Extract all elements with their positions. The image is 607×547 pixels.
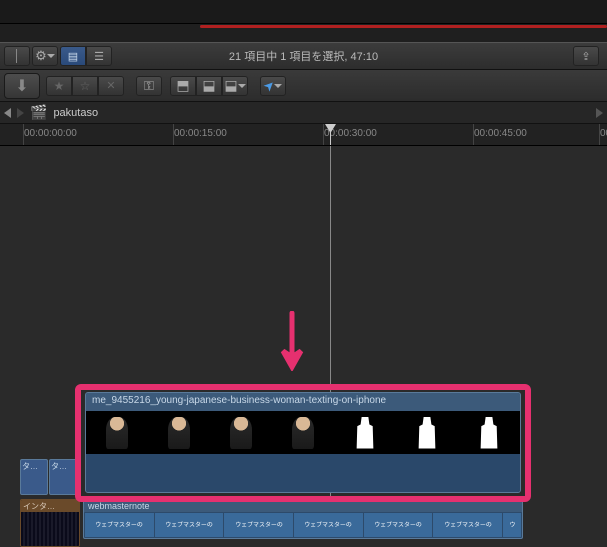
- selection-status: 21 項目中 1 項目を選択, 47:10: [229, 48, 378, 64]
- list-view-button[interactable]: ☰: [86, 46, 112, 66]
- annotation-arrow: [280, 311, 304, 371]
- clip-segment: ウ: [503, 513, 521, 537]
- insert-icon: [202, 77, 215, 94]
- append-menu-button[interactable]: [222, 76, 248, 96]
- app-topbar: [0, 0, 607, 24]
- panel-toggle-button[interactable]: [4, 46, 30, 66]
- filmstrip-icon: ▤: [68, 50, 78, 63]
- clip-segment: ウェブマスターの: [155, 513, 224, 537]
- reject-button[interactable]: [98, 76, 124, 96]
- select-tool-button[interactable]: [260, 76, 286, 96]
- time-ruler[interactable]: 00:00:00:00 00:00:15:00 00:00:30:00 00:0…: [0, 124, 607, 146]
- x-icon: [106, 79, 115, 92]
- clip-segment: ウェブマスターの: [294, 513, 363, 537]
- favorite-button[interactable]: [46, 76, 72, 96]
- toolbar-secondary: [0, 70, 607, 102]
- star-outline-icon: [80, 79, 91, 93]
- append-icon: [224, 77, 237, 94]
- rating-group: [46, 76, 124, 96]
- clip-title: インタ…: [21, 500, 79, 512]
- title-clip[interactable]: タ…: [49, 459, 77, 495]
- pointer-icon: [264, 78, 275, 94]
- render-bar: [200, 25, 607, 28]
- gear-icon: [35, 48, 47, 64]
- nav-forward-button[interactable]: [17, 108, 24, 118]
- list-icon: ☰: [94, 50, 104, 63]
- timeline-nav: 🎬 pakutaso: [0, 102, 607, 124]
- project-name: pakutaso: [53, 107, 98, 119]
- share-icon: ⇪: [581, 50, 590, 63]
- connect-button[interactable]: [170, 76, 196, 96]
- chevron-down-icon: [47, 54, 55, 62]
- keyword-button[interactable]: [136, 76, 162, 96]
- down-arrow-icon: [15, 76, 28, 96]
- app-subbar: [0, 24, 607, 42]
- intro-clip[interactable]: インタ…: [20, 499, 80, 547]
- unfavorite-button[interactable]: [72, 76, 98, 96]
- chevron-down-icon: [238, 84, 246, 92]
- settings-menu-button[interactable]: [32, 46, 58, 66]
- ruler-tick: 00:00:15:00: [174, 128, 227, 139]
- filmstrip-view-button[interactable]: ▤: [60, 46, 86, 66]
- import-button[interactable]: [4, 73, 40, 99]
- clip-thumb: [21, 512, 79, 547]
- primary-storyline: インタ… webmasternote ウェブマスターの ウェブマスターの ウェブ…: [20, 499, 523, 547]
- ruler-tick: 00:00:45:00: [474, 128, 527, 139]
- title-clip[interactable]: タ…: [20, 459, 48, 495]
- clapperboard-icon: 🎬: [30, 104, 47, 121]
- connect-icon: [176, 77, 189, 94]
- split-right-icon: [17, 49, 25, 63]
- share-menu-button[interactable]: ⇪: [573, 46, 599, 66]
- title-row: タ… タ…: [20, 459, 78, 495]
- nav-next-button[interactable]: [596, 108, 603, 118]
- connect-group: [170, 76, 248, 96]
- clip-segments: ウェブマスターの ウェブマスターの ウェブマスターの ウェブマスターの ウェブマ…: [84, 512, 522, 538]
- clip-segment: ウェブマスターの: [364, 513, 433, 537]
- star-filled-icon: [54, 79, 65, 93]
- insert-button[interactable]: [196, 76, 222, 96]
- view-mode-group: ▤ ☰: [60, 46, 112, 66]
- key-icon: [144, 78, 154, 94]
- timeline-area[interactable]: me_9455216_young-japanese-business-woman…: [0, 146, 607, 526]
- audio-clip[interactable]: webmasternote ウェブマスターの ウェブマスターの ウェブマスターの…: [83, 499, 523, 539]
- split-left-icon: [9, 49, 17, 63]
- toolbar-primary: ▤ ☰ 21 項目中 1 項目を選択, 47:10 ⇪: [0, 42, 607, 70]
- ruler-tick: 00:00:00:00: [24, 128, 77, 139]
- nav-back-button[interactable]: [4, 108, 11, 118]
- ruler-tick: 00:01: [600, 128, 607, 139]
- clip-segment: ウェブマスターの: [433, 513, 502, 537]
- clip-segment: ウェブマスターの: [85, 513, 154, 537]
- playhead[interactable]: [330, 124, 331, 145]
- annotation-highlight: [75, 384, 531, 502]
- clip-segment: ウェブマスターの: [224, 513, 293, 537]
